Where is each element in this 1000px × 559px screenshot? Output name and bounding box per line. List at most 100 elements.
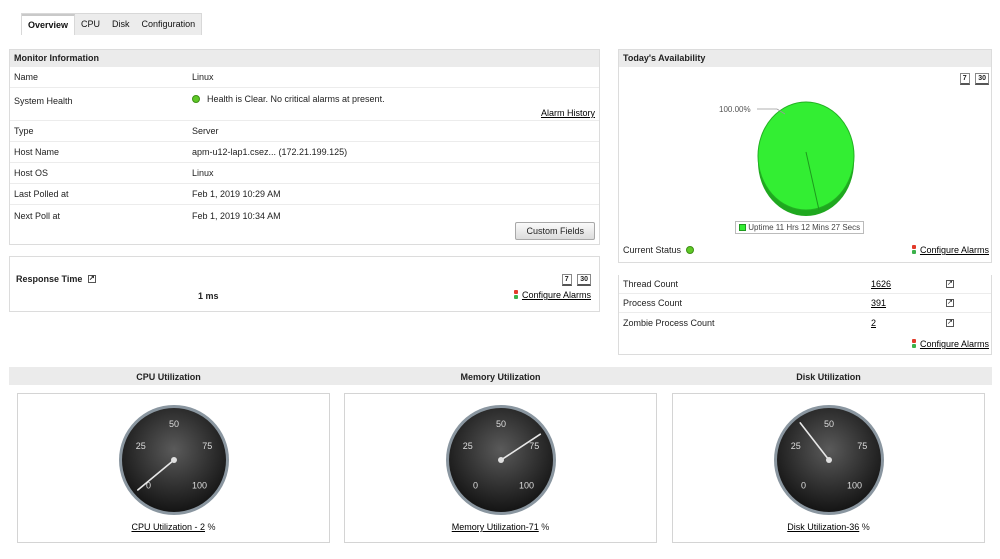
info-value: Health is Clear. No critical alarms at p… [192,94,599,104]
stat-row-thread-count: Thread Count 1626 [619,275,991,294]
info-row-host-os: Host OS Linux [10,163,599,184]
gauge-tick-label: 100 [847,480,862,490]
response-time-panel: Response Time 1 ms 7 30 Configure Alarms [9,256,600,312]
tab-bar: Overview CPU Disk Configuration [21,13,203,35]
tab-disk[interactable]: Disk [106,14,136,35]
cpu-utilization-title: CPU Utilization [136,372,201,382]
availability-panel: Today's Availability 7 30 100.00% Uptime… [618,49,992,263]
pie-slice-uptime [757,101,855,211]
availability-pie-chart: 100.00% [719,101,855,216]
external-link-icon[interactable] [946,318,954,327]
memory-utilization-unit: % [538,522,550,532]
info-value: Feb 1, 2019 10:29 AM [192,189,281,199]
configure-alarms-icon [911,245,917,254]
utilization-section: CPU Utilization Memory Utilization Disk … [9,367,992,553]
gauge-needle-hub [171,457,177,463]
custom-fields-button[interactable]: Custom Fields [515,222,595,240]
gauge-tick-label: 50 [496,419,506,429]
gauge-tick-label: 75 [529,441,539,451]
memory-utilization-title: Memory Utilization [460,372,541,382]
response-time-periods: 7 30 [559,273,591,286]
availability-title: Today's Availability [619,50,991,67]
cpu-utilization-unit: % [205,522,216,532]
response-time-heading: Response Time [16,274,96,284]
memory-gauge: 0 25 50 75 100 [446,405,556,515]
alarm-history-link[interactable]: Alarm History [541,108,595,118]
info-label: System Health [14,96,73,106]
external-link-icon[interactable] [946,298,954,307]
disk-utilization-caption: Disk Utilization-36 % [673,522,984,532]
configure-alarms-icon [513,290,519,299]
info-value: Feb 1, 2019 10:34 AM [192,210,281,221]
cpu-gauge-panel: 0 25 50 75 100 CPU Utilization - 2 % [17,393,330,543]
disk-gauge-panel: 0 25 50 75 100 Disk Utilization-36 % [672,393,985,543]
info-row-next-poll: Next Poll at Feb 1, 2019 10:34 AM [10,205,599,226]
gauge-tick-label: 50 [824,419,834,429]
stats-configure-alarms: Configure Alarms [911,339,989,349]
current-status: Current Status [623,245,701,255]
info-label: Name [14,72,39,82]
process-stats-panel: Thread Count 1626 Process Count 391 Zomb… [618,275,992,355]
period-30-days-button[interactable]: 30 [975,73,989,85]
tab-configuration[interactable]: Configuration [136,14,202,35]
uptime-legend-swatch [739,224,746,231]
cpu-utilization-caption: CPU Utilization - 2 % [18,522,329,532]
configure-alarms-link[interactable]: Configure Alarms [920,339,989,349]
info-row-type: Type Server [10,121,599,142]
period-7-days-button[interactable]: 7 [561,274,572,286]
gauge-tick-label: 25 [463,441,473,451]
period-7-days-button[interactable]: 7 [959,73,970,85]
info-value: Linux [192,72,214,82]
external-link-icon[interactable] [87,274,96,283]
cpu-utilization-link[interactable]: CPU Utilization - 2 [131,522,205,532]
disk-utilization-unit: % [859,522,870,532]
gauge-tick-label: 50 [169,419,179,429]
response-configure-alarms: Configure Alarms [513,290,591,300]
configure-alarms-link[interactable]: Configure Alarms [920,245,989,255]
stat-value-link[interactable]: 1626 [871,279,946,289]
stat-value-link[interactable]: 391 [871,298,946,308]
info-row-last-polled: Last Polled at Feb 1, 2019 10:29 AM [10,184,599,205]
cpu-gauge: 0255075100 [119,405,229,515]
gauge-tick-label: 25 [791,441,801,451]
health-status-text: Health is Clear. No critical alarms at p… [207,94,385,104]
availability-configure-alarms: Configure Alarms [911,245,989,255]
info-row-host-name: Host Name apm-u12-lap1.csez... (172.21.1… [10,142,599,163]
memory-gauge-panel: 0 25 50 75 100 Memory Utilization-71 % [344,393,657,543]
gauge-tick-label: 25 [136,441,146,451]
stat-value-link[interactable]: 2 [871,318,946,328]
tab-cpu[interactable]: CPU [75,14,106,35]
gauge-tick-label: 0 [473,480,478,490]
availability-periods: 7 30 [957,72,989,85]
disk-utilization-title: Disk Utilization [796,372,861,382]
disk-utilization-link[interactable]: Disk Utilization-36 [787,522,859,532]
configure-alarms-link[interactable]: Configure Alarms [522,290,591,300]
uptime-legend-text: Uptime 11 Hrs 12 Mins 27 Secs [748,223,861,232]
availability-legend: Uptime 11 Hrs 12 Mins 27 Secs [735,221,865,234]
monitor-information-panel: Monitor Information Name Linux System He… [9,49,600,245]
info-label: Type [14,126,34,136]
stat-label: Zombie Process Count [623,317,715,328]
memory-utilization-link[interactable]: Memory Utilization-71 [452,522,539,532]
info-row-system-health: System Health Health is Clear. No critic… [10,88,599,121]
gauge-tick-label: 100 [192,480,207,490]
external-link-icon[interactable] [946,279,954,288]
tab-overview[interactable]: Overview [22,14,76,35]
gauge-tick-label: 75 [202,441,212,451]
gauge-tick-label: 0 [801,480,806,490]
info-label: Next Poll at [14,210,61,221]
response-time-label: Response Time [16,274,83,284]
gauge-tick-label: 100 [519,480,534,490]
disk-gauge: 0 25 50 75 100 [774,405,884,515]
status-up-icon [685,246,694,254]
pie-percent-label: 100.00% [719,105,751,114]
info-row-name: Name Linux [10,67,599,88]
period-30-days-button[interactable]: 30 [577,274,591,286]
memory-utilization-caption: Memory Utilization-71 % [345,522,656,532]
info-label: Last Polled at [14,189,69,199]
info-label: Host Name [14,147,60,157]
stat-label: Process Count [623,298,683,308]
info-value: Server [192,126,219,136]
stat-row-process-count: Process Count 391 [619,294,991,313]
configure-alarms-icon [911,339,917,348]
